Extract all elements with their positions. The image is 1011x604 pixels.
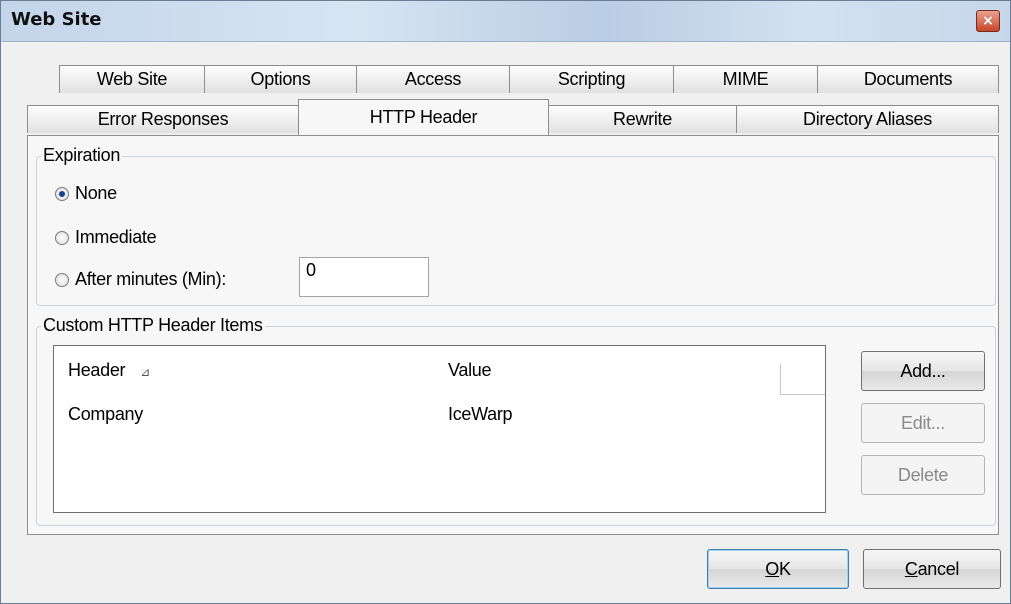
- delete-button[interactable]: Delete: [861, 455, 985, 495]
- minutes-input[interactable]: 0: [299, 257, 429, 297]
- expiration-group: Expiration None Immediate After minutes …: [36, 145, 996, 306]
- tab-error-responses[interactable]: Error Responses: [27, 105, 299, 133]
- table-row[interactable]: Company IceWarp: [68, 402, 808, 428]
- web-site-dialog: Web Site × Web Site Options Access Scrip…: [0, 0, 1011, 604]
- ok-mnemonic: O: [765, 558, 779, 579]
- radio-after-minutes[interactable]: After minutes (Min):: [55, 269, 226, 290]
- custom-headers-group: Custom HTTP Header Items Header ⊿ Value …: [36, 315, 996, 526]
- sort-ascending-icon: ⊿: [140, 365, 151, 379]
- column-header-value[interactable]: Value: [448, 360, 492, 381]
- radio-after-minutes-label: After minutes (Min):: [75, 269, 227, 289]
- radio-immediate-label: Immediate: [75, 227, 157, 247]
- ok-label-rest: K: [778, 558, 791, 579]
- cancel-label-rest: ancel: [917, 558, 960, 579]
- radio-after-minutes-indicator[interactable]: [55, 272, 69, 287]
- custom-headers-legend: Custom HTTP Header Items: [41, 315, 265, 336]
- ok-button[interactable]: OK: [707, 549, 849, 589]
- tab-scripting[interactable]: Scripting: [509, 65, 674, 93]
- title-bar[interactable]: Web Site ×: [1, 1, 1010, 42]
- expiration-legend: Expiration: [41, 145, 123, 166]
- column-header-label: Header: [68, 360, 126, 380]
- tab-mime[interactable]: MIME: [673, 65, 818, 93]
- window-title: Web Site: [11, 9, 102, 30]
- tab-documents[interactable]: Documents: [817, 65, 999, 93]
- row-header-cell: Company: [68, 404, 143, 424]
- column-header-header[interactable]: Header ⊿: [68, 360, 150, 381]
- radio-immediate[interactable]: Immediate: [55, 227, 157, 248]
- row-value-cell: IceWarp: [448, 404, 513, 424]
- tab-options[interactable]: Options: [204, 65, 357, 93]
- cancel-mnemonic: C: [904, 558, 918, 579]
- radio-none-indicator[interactable]: [55, 186, 69, 201]
- cancel-button[interactable]: Cancel: [863, 549, 1001, 589]
- tab-rewrite[interactable]: Rewrite: [548, 105, 737, 133]
- tab-access[interactable]: Access: [356, 65, 510, 93]
- tab-http-header[interactable]: HTTP Header: [298, 99, 549, 135]
- radio-none-label: None: [75, 183, 117, 203]
- column-value-label: Value: [448, 360, 492, 380]
- tab-panel-http-header: Expiration None Immediate After minutes …: [27, 135, 999, 535]
- radio-immediate-indicator[interactable]: [55, 230, 69, 245]
- close-icon[interactable]: ×: [976, 10, 1000, 32]
- add-button[interactable]: Add...: [861, 351, 985, 391]
- column-header-filler: [780, 364, 825, 395]
- tab-directory-aliases[interactable]: Directory Aliases: [736, 105, 999, 133]
- tab-web-site[interactable]: Web Site: [59, 65, 205, 93]
- edit-button[interactable]: Edit...: [861, 403, 985, 443]
- headers-list[interactable]: Header ⊿ Value Company IceWarp: [53, 345, 826, 513]
- radio-none[interactable]: None: [55, 183, 117, 204]
